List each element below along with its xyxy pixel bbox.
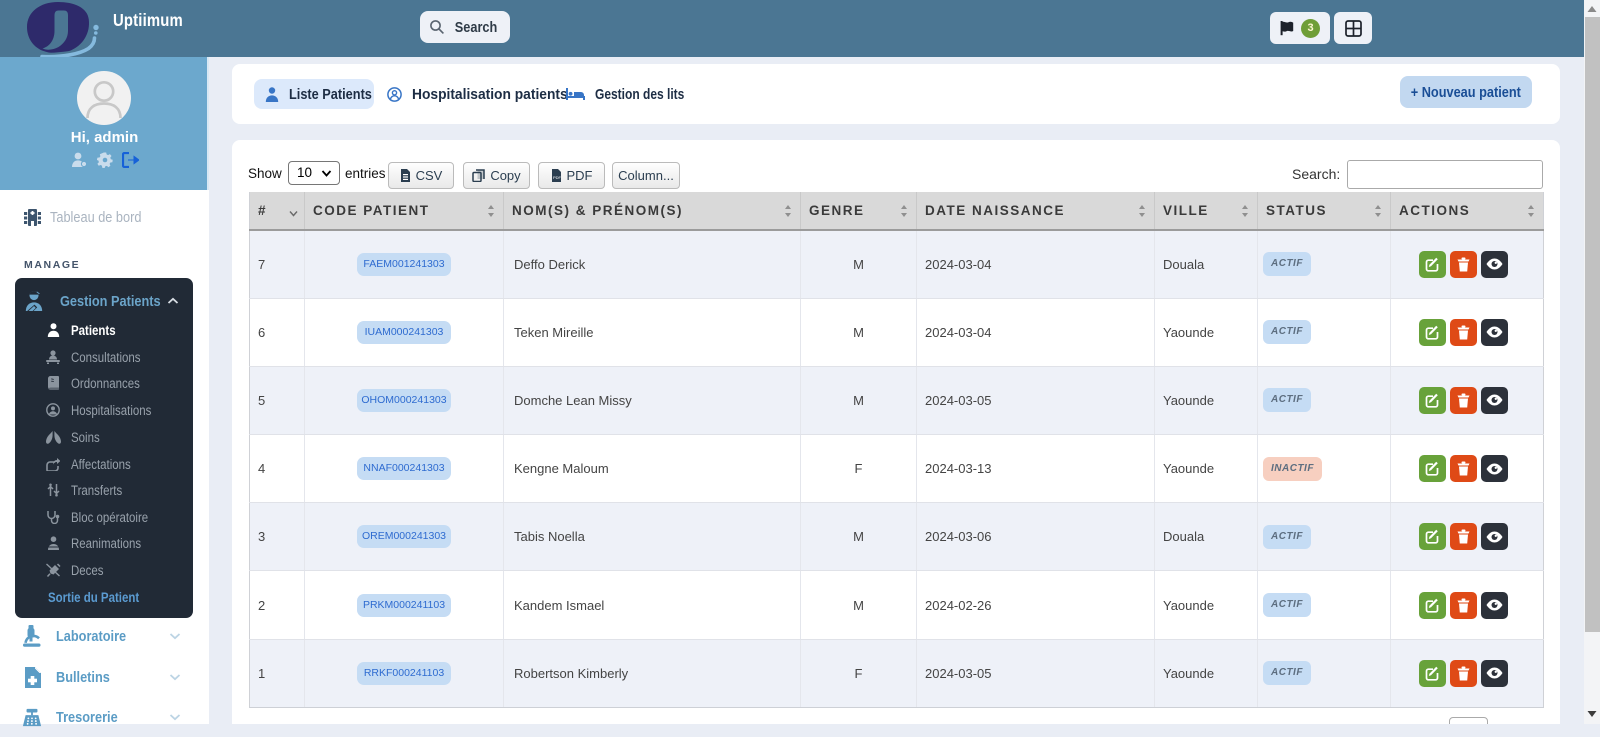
svg-text:PDF: PDF [553,175,562,180]
